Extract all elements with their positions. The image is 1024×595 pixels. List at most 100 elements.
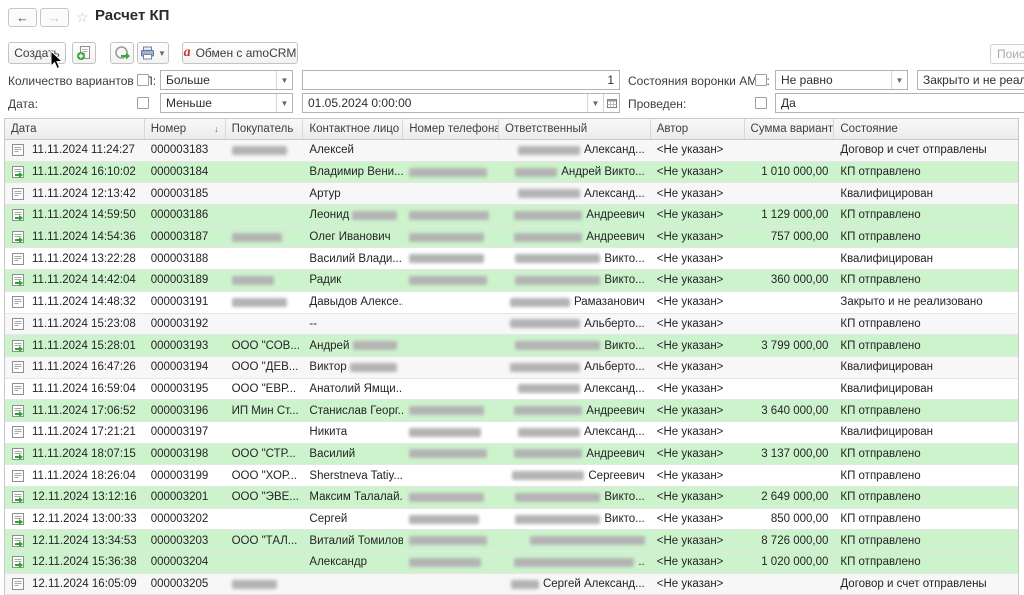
- filter-date-comparison-select[interactable]: Меньше ▼: [160, 93, 293, 113]
- filter-amostate-comparison-select[interactable]: Не равно ▼: [775, 70, 908, 90]
- responsible-name: Викто...: [604, 491, 644, 503]
- contact-name: Леонид: [309, 209, 352, 221]
- filter-posted-label: Проведен:: [628, 97, 686, 111]
- author-value: <Не указан>: [657, 144, 724, 156]
- cell-phone: [403, 335, 499, 356]
- buyer-name: ООО "ЕВР...: [232, 383, 297, 395]
- cell-sum: [745, 314, 835, 335]
- table-row[interactable]: 12.11.2024 15:36:38000003204Александр..<…: [5, 552, 1018, 574]
- column-header-label: Номер: [151, 123, 186, 135]
- table-row[interactable]: 11.11.2024 14:42:04000003189РадикВикто..…: [5, 270, 1018, 292]
- column-header-4[interactable]: Номер телефона: [403, 119, 499, 139]
- column-header-6[interactable]: Автор: [651, 119, 745, 139]
- table-row[interactable]: 11.11.2024 14:59:50000003186Леонид Андре…: [5, 205, 1018, 227]
- nav-back-button[interactable]: ←: [8, 8, 37, 27]
- print-button[interactable]: ▼: [137, 42, 169, 64]
- cell-contact: Алексей: [303, 140, 403, 161]
- favorite-star-icon[interactable]: ☆: [76, 9, 89, 26]
- column-header-3[interactable]: Контактное лицо: [303, 119, 403, 139]
- amocrm-exchange-button[interactable]: a Обмен с amoCRM: [182, 42, 298, 64]
- cell-state: КП отправлено: [834, 465, 1018, 486]
- filter-variants-value-input[interactable]: 1: [302, 70, 620, 90]
- column-header-5[interactable]: Ответственный: [499, 119, 651, 139]
- table-row[interactable]: 11.11.2024 16:59:04000003195ООО "ЕВР...А…: [5, 379, 1018, 401]
- table-row[interactable]: 11.11.2024 18:26:04000003199ООО "ХОР...S…: [5, 465, 1018, 487]
- table-row[interactable]: 11.11.2024 15:23:08000003192--Альберто..…: [5, 314, 1018, 336]
- table-row[interactable]: 11.11.2024 17:06:52000003196ИП Мин Ст...…: [5, 400, 1018, 422]
- search-button[interactable]: Поиск: [990, 44, 1024, 64]
- cell-state: Закрыто и не реализовано: [834, 292, 1018, 313]
- redacted-text: [518, 146, 580, 155]
- table-row[interactable]: 12.11.2024 13:34:53000003203ООО "ТАЛ...В…: [5, 530, 1018, 552]
- column-header-label: Контактное лицо: [309, 123, 399, 135]
- column-header-2[interactable]: Покупатель: [226, 119, 304, 139]
- cell-contact: Sherstneva Tatiy...: [303, 465, 403, 486]
- table-row[interactable]: 11.11.2024 12:13:42000003185АртурАлексан…: [5, 183, 1018, 205]
- table-row[interactable]: 11.11.2024 18:07:15000003198ООО "СТР...В…: [5, 444, 1018, 466]
- table-row[interactable]: 11.11.2024 15:28:01000003193ООО "СОВ...А…: [5, 335, 1018, 357]
- cell-number: 000003183: [145, 140, 226, 161]
- cell-state: КП отправлено: [834, 444, 1018, 465]
- document-number: 000003204: [151, 556, 209, 568]
- cell-buyer: ООО "ТАЛ...: [226, 530, 304, 551]
- calendar-icon[interactable]: [603, 94, 619, 112]
- table-row[interactable]: 11.11.2024 11:24:27000003183АлексейАлекс…: [5, 140, 1018, 162]
- filter-date-value-input[interactable]: 01.05.2024 0:00:00 ▼: [302, 93, 620, 113]
- redacted-text: [511, 580, 539, 589]
- refresh-arrow-icon: [114, 45, 130, 61]
- filter-posted-checkbox[interactable]: [755, 97, 767, 109]
- create-button[interactable]: Создать: [8, 42, 66, 64]
- filter-amostate-checkbox[interactable]: [755, 74, 767, 86]
- table-row[interactable]: 11.11.2024 16:10:02000003184Владимир Вен…: [5, 162, 1018, 184]
- author-value: <Не указан>: [657, 296, 724, 308]
- cell-phone: [403, 552, 499, 573]
- chevron-down-icon[interactable]: ▼: [587, 94, 603, 112]
- column-header-0[interactable]: Дата: [5, 119, 145, 139]
- filter-posted-value-input[interactable]: Да: [775, 93, 1024, 113]
- cell-responsible: Викто...: [499, 270, 651, 291]
- filter-date-checkbox[interactable]: [137, 97, 149, 109]
- chevron-down-icon[interactable]: ▼: [891, 71, 907, 89]
- cell-phone: [403, 530, 499, 551]
- chevron-down-icon[interactable]: ▼: [276, 71, 292, 89]
- filter-amostate-value-input[interactable]: Закрыто и не реализовано: [917, 70, 1024, 90]
- column-header-7[interactable]: Сумма варианта: [745, 119, 835, 139]
- table-row[interactable]: 12.11.2024 13:12:16000003201ООО "ЭВЕ...М…: [5, 487, 1018, 509]
- redacted-text: [514, 449, 582, 458]
- table-row[interactable]: 11.11.2024 14:54:36000003187Олег Иванови…: [5, 227, 1018, 249]
- redacted-text: [409, 254, 484, 263]
- redacted-text: [409, 515, 479, 524]
- column-header-1[interactable]: Номер↓: [145, 119, 226, 139]
- cell-responsible: Александ...: [499, 379, 651, 400]
- cell-author: <Не указан>: [651, 162, 745, 183]
- redacted-text: [232, 276, 274, 285]
- table-row[interactable]: 11.11.2024 13:22:28000003188Василий Влад…: [5, 248, 1018, 270]
- cell-buyer: [226, 248, 304, 269]
- table-row[interactable]: 11.11.2024 14:48:32000003191Давыдов Алек…: [5, 292, 1018, 314]
- cell-contact: [303, 574, 403, 595]
- chevron-down-icon[interactable]: ▼: [276, 94, 292, 112]
- filter-amostate-value: Закрыто и не реализовано: [918, 73, 1024, 87]
- filter-variants-checkbox[interactable]: [137, 74, 149, 86]
- variant-sum: 1 129 000,00: [761, 209, 828, 221]
- exchange-icon-button[interactable]: [110, 42, 134, 64]
- variant-sum: 1 020 000,00: [761, 556, 828, 568]
- document-date: 11.11.2024 15:23:08: [32, 318, 136, 330]
- filter-variants-comparison-select[interactable]: Больше ▼: [160, 70, 293, 90]
- copy-document-icon-button[interactable]: [72, 42, 96, 64]
- print-dropdown-caret[interactable]: ▼: [158, 49, 166, 58]
- table-row[interactable]: 11.11.2024 16:47:26000003194ООО "ДЕВ...В…: [5, 357, 1018, 379]
- redacted-text: [409, 428, 481, 437]
- table-row[interactable]: 11.11.2024 17:21:21000003197НикитаАлекса…: [5, 422, 1018, 444]
- cell-date: 11.11.2024 14:48:32: [5, 292, 145, 313]
- author-value: <Не указан>: [657, 318, 724, 330]
- column-header-8[interactable]: Состояние: [834, 119, 1018, 139]
- document-date: 11.11.2024 17:06:52: [32, 405, 136, 417]
- table-row[interactable]: 12.11.2024 13:00:33000003202СергейВикто.…: [5, 509, 1018, 531]
- nav-forward-button[interactable]: →: [40, 8, 69, 27]
- cell-phone: [403, 292, 499, 313]
- contact-name: Владимир Вени...: [309, 166, 403, 178]
- responsible-name: Андрей Викто...: [561, 166, 645, 178]
- table-row[interactable]: 12.11.2024 16:05:09000003205Сергей Алекс…: [5, 574, 1018, 595]
- document-icon: [11, 382, 25, 396]
